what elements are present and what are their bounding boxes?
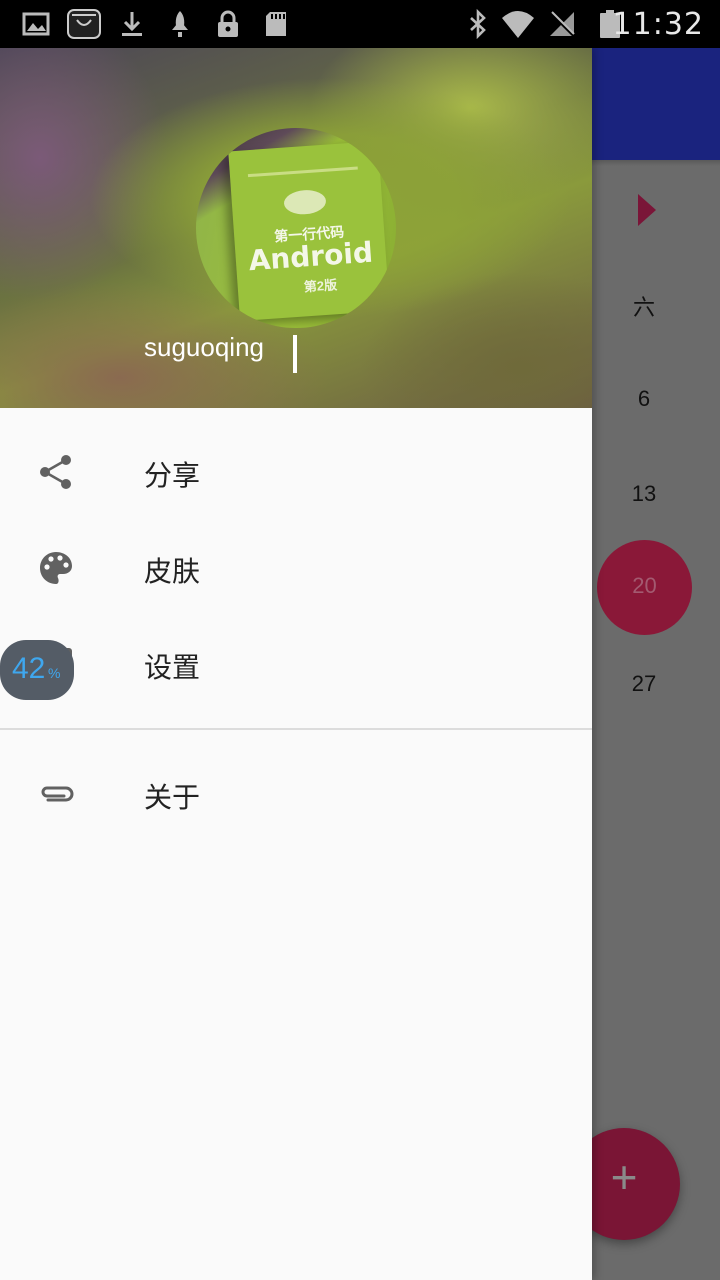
menu-item-share[interactable]: 分享 — [0, 424, 592, 520]
menu-item-skin[interactable]: 皮肤 — [0, 520, 592, 616]
book-edition: 第2版 — [303, 277, 338, 295]
menu-item-label: 皮肤 — [144, 556, 201, 587]
battery-unit: % — [48, 665, 61, 681]
menu-item-about[interactable]: 关于 — [0, 746, 592, 842]
calendar-date[interactable]: 13 — [596, 481, 692, 507]
wifi-icon — [502, 11, 534, 38]
avatar[interactable]: 第一行代码 Android 第2版 — [196, 128, 396, 328]
today-date-label: 20 — [632, 573, 657, 598]
menu-item-settings[interactable]: 设置 — [0, 616, 592, 712]
avatar-book-cover: 第一行代码 Android 第2版 — [228, 140, 390, 322]
status-bar: 11:32 — [0, 0, 720, 48]
image-icon — [22, 12, 50, 36]
username: suguoqing — [144, 332, 264, 362]
sd-card-icon — [266, 12, 286, 36]
drawer-header: 第一行代码 Android 第2版 suguoqing — [0, 48, 592, 408]
store-icon — [67, 9, 101, 39]
lock-icon — [218, 10, 238, 37]
menu-item-label: 关于 — [144, 782, 201, 813]
paperclip-icon — [41, 786, 74, 802]
palette-icon — [40, 552, 72, 584]
navigation-drawer: 第一行代码 Android 第2版 suguoqing 分享 皮肤 设置 关于 — [0, 48, 592, 1280]
calendar-date[interactable]: 27 — [596, 671, 692, 697]
battery-value: 42 — [12, 652, 46, 685]
battery-percentage-overlay[interactable]: 42 % — [0, 640, 74, 700]
no-signal-icon — [548, 10, 576, 38]
menu-item-label: 设置 — [144, 652, 201, 683]
download-icon — [122, 12, 142, 36]
calendar-date-today[interactable]: 20 — [597, 540, 692, 635]
weekday-header-saturday: 六 — [632, 295, 655, 320]
menu-divider — [0, 728, 592, 730]
calendar-date[interactable]: 6 — [596, 386, 692, 412]
menu-item-label: 分享 — [144, 460, 201, 491]
next-month-arrow-icon[interactable] — [638, 194, 656, 226]
text-cursor — [293, 335, 297, 373]
bluetooth-icon — [470, 8, 486, 40]
rocket-icon — [172, 11, 188, 37]
share-icon — [40, 455, 71, 489]
clock: 11:32 — [612, 7, 704, 42]
